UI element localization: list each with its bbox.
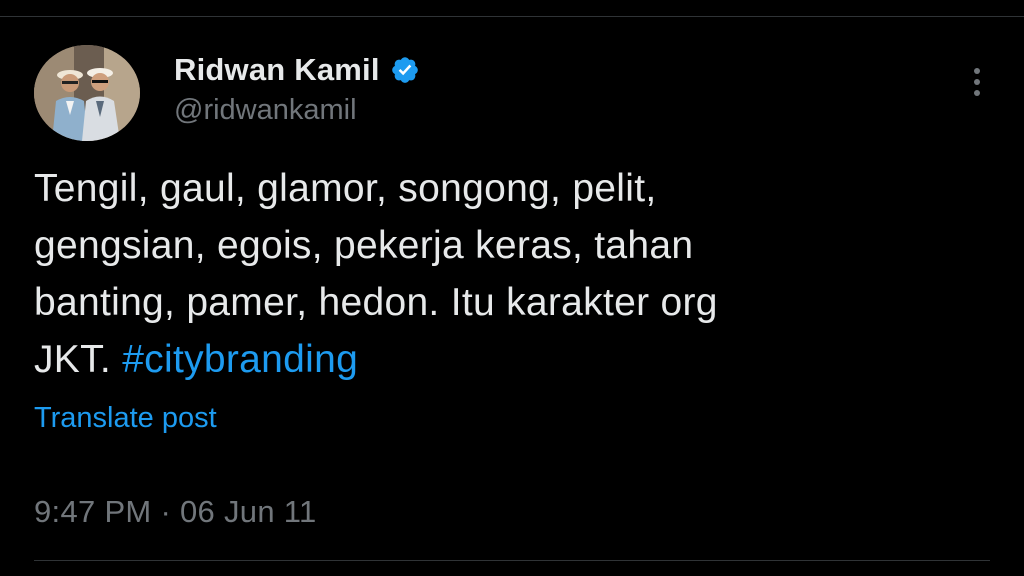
tweet-line-text: JKT. (34, 338, 123, 381)
bottom-divider (34, 560, 990, 561)
tweet-line: banting, pamer, hedon. Itu karakter org (34, 281, 718, 324)
post-timestamp[interactable]: 9:47 PM · 06 Jun 11 (34, 494, 317, 530)
post-time[interactable]: 9:47 PM (34, 494, 152, 529)
tweet-line: Tengil, gaul, glamor, songong, pelit, (34, 167, 657, 210)
top-divider (0, 16, 1024, 17)
author-name-row[interactable]: Ridwan Kamil (174, 50, 420, 90)
more-options-icon[interactable] (962, 62, 992, 102)
avatar[interactable] (34, 45, 140, 141)
tweet-line-last: JKT. #citybranding (34, 331, 974, 388)
more-dot (974, 90, 980, 96)
verified-badge-icon[interactable] (390, 55, 420, 85)
post-date[interactable]: 06 Jun 11 (180, 494, 317, 529)
author-display-name[interactable]: Ridwan Kamil (174, 52, 380, 88)
hashtag-link[interactable]: #citybranding (122, 338, 358, 381)
tweet-text: Tengil, gaul, glamor, songong, pelit, ge… (34, 160, 974, 388)
meta-separator: · (151, 494, 181, 529)
translate-post-link[interactable]: Translate post (34, 402, 217, 435)
tweet-line: gengsian, egois, pekerja keras, tahan (34, 224, 694, 267)
author-handle[interactable]: @ridwankamil (174, 94, 357, 127)
more-dot (974, 68, 980, 74)
avatar-image (34, 45, 140, 141)
more-dot (974, 79, 980, 85)
